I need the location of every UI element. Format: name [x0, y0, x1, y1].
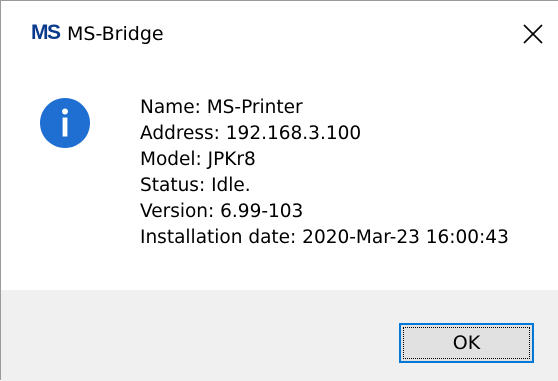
app-logo-icon: MS [31, 21, 61, 44]
ok-button-label: OK [452, 332, 481, 354]
title-bar[interactable]: MS MS-Bridge [1, 1, 558, 57]
close-button[interactable] [517, 19, 549, 49]
info-icon [40, 98, 90, 148]
info-address: Address: 192.168.3.100 [140, 123, 362, 144]
ok-button[interactable]: OK [399, 323, 534, 363]
message-dialog: MS MS-Bridge Name: MS-Printer Address: 1… [0, 0, 558, 381]
dialog-content: Name: MS-Printer Address: 192.168.3.100 … [1, 57, 558, 290]
info-model: Model: JPKr8 [140, 149, 256, 170]
info-status: Status: Idle. [140, 175, 251, 196]
info-name: Name: MS-Printer [140, 97, 303, 118]
close-icon [523, 24, 543, 44]
printer-info-list: Name: MS-Printer Address: 192.168.3.100 … [140, 95, 509, 251]
window-title: MS-Bridge [67, 23, 164, 45]
info-installation-date: Installation date: 2020-Mar-23 16:00:43 [140, 227, 509, 248]
button-bar: OK [1, 290, 558, 381]
info-version: Version: 6.99-103 [140, 201, 304, 222]
